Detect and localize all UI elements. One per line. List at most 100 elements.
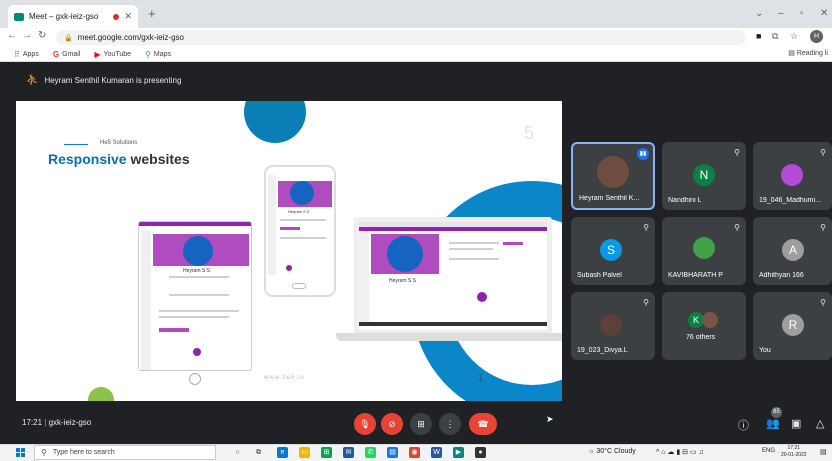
youtube-icon: ▶ [94,50,101,59]
meet-taskbar-icon[interactable]: ▶ [453,447,464,458]
present-button[interactable]: ⊞ [410,413,432,435]
store-icon[interactable]: ⊞ [321,447,332,458]
whatsapp-icon[interactable]: ✆ [365,447,376,458]
taskbar-search-input[interactable]: ⚲ Type here to search [34,445,216,460]
mic-muted-icon: ⚲ [643,223,649,232]
subtitle-rule [64,144,88,145]
presentation-slide: He5 Solutions Responsive websites 5 Heyr… [16,101,562,401]
participant-photo [597,156,629,188]
participant-name: 19_023_Divya.L [577,347,628,354]
mail-icon[interactable]: ✉ [343,447,354,458]
participant-tile[interactable]: ⚲ 19_023_Divya.L [571,292,655,360]
apps-grid-icon: ⠿ [14,50,20,59]
bookmark-apps[interactable]: ⠿ Apps [14,50,39,59]
browser-tab[interactable]: Meet – gxk-ieiz-gso ✕ [8,5,138,28]
mic-off-icon: 🎙 [359,419,371,429]
hang-up-icon: ☎ [477,419,489,429]
participant-tile[interactable]: S ⚲ Subash Palvel [571,217,655,285]
presenter-avatar-icon: ⛹ [26,74,39,86]
meeting-info: 17:21 | gxk-ieiz-gso [22,418,92,427]
weather-widget[interactable]: ☼ 30°C Cloudy [588,448,636,455]
cortana-icon[interactable]: ○ [232,447,243,458]
participant-tile[interactable]: N ⚲ Nandhini L [662,142,746,210]
others-count: 76 others [686,334,716,341]
mic-muted-icon: ⚲ [820,223,826,232]
participant-avatar: S [600,239,622,261]
reading-list[interactable]: ▤ Reading li [788,49,828,57]
activities-icon[interactable]: △ [816,417,824,430]
mic-toggle-button[interactable]: 🎙 [354,413,376,435]
meeting-time: 17:21 [22,418,43,427]
camera-toggle-button[interactable]: ⊘ [381,413,403,435]
leave-call-button[interactable]: ☎ [469,413,497,435]
participant-photo [702,312,718,328]
meeting-code: gxk-ieiz-gso [48,418,92,427]
phone-mockup: Heyram S S [264,165,336,297]
profile-avatar[interactable]: H [810,30,823,43]
chat-icon[interactable]: ▣ [791,417,801,430]
meeting-details-icon[interactable]: ⓘ [738,417,749,433]
speaking-indicator-icon: ▮▮ [637,148,649,160]
decor-green-circle [88,387,114,401]
slide-subtitle: He5 Solutions [100,140,138,146]
close-window-button[interactable]: ✕ [820,8,828,19]
back-icon[interactable]: ← [7,30,17,41]
participant-tile[interactable]: A ⚲ Adhithyan 166 [753,217,832,285]
participant-name: Subash Palvel [577,272,622,279]
system-tray-icons[interactable]: ^ ⌂ ☁ ▮ ⊟ ▭ ♫ [656,448,704,456]
input-language[interactable]: ENG [762,448,775,454]
bookmarks-bar: ⠿ Apps G Gmail ▶ YouTube ⚲ Maps ▤ Reading li [0,48,832,62]
phone-profile-photo [290,181,314,205]
tab-search-icon[interactable]: ⌄ [755,8,763,19]
bookmark-gmail[interactable]: G Gmail [53,50,81,59]
others-tile[interactable]: K 76 others [662,292,746,360]
participant-tile[interactable]: ⚲ 19_046_Madhumi... [753,142,832,210]
reading-list-icon: ▤ [788,50,795,57]
mic-muted-icon: ⚲ [820,298,826,307]
reload-icon[interactable]: ↻ [38,30,46,41]
chrome-icon[interactable]: ◉ [409,447,420,458]
edge-icon[interactable]: e [277,447,288,458]
omnibox[interactable]: 🔒 meet.google.com/gxk-ieiz-gso [56,30,746,45]
system-clock[interactable]: 17:21 20-01-2022 [781,445,807,459]
new-tab-button[interactable]: + [148,7,156,20]
app-icon[interactable]: ● [475,447,486,458]
more-options-button[interactable]: ⋮ [439,413,461,435]
mic-muted-icon: ⚲ [820,148,826,157]
close-tab-icon[interactable]: ✕ [124,11,132,22]
people-icon[interactable]: 👥 [766,417,780,430]
word-icon[interactable]: W [431,447,442,458]
mic-muted-icon: ⚲ [734,223,740,232]
self-avatar: R [782,314,804,336]
pointer-cursor-icon: ➤ [546,414,554,424]
maximize-button[interactable]: ▫ [800,8,804,19]
mic-muted-icon: ⚲ [643,298,649,307]
camera-in-use-icon[interactable]: ■ [756,31,761,41]
participant-name: You [759,347,771,354]
task-view-icon[interactable]: ⧉ [253,447,264,458]
minimize-button[interactable]: – [778,8,784,19]
slide-headline: Responsive websites [48,151,190,167]
bookmark-youtube[interactable]: ▶ YouTube [94,50,131,59]
start-windows-icon[interactable] [16,448,25,457]
docs-icon[interactable]: ▤ [387,447,398,458]
participant-name: KAVIBHARATH P [668,272,723,279]
decor-circle [244,101,306,143]
notifications-icon[interactable]: ▤ [820,448,827,456]
share-icon[interactable]: ⧉ [772,31,778,42]
more-vert-icon: ⋮ [445,419,455,429]
forward-icon[interactable]: → [22,30,32,41]
participant-tile[interactable]: ▮▮ Heyram Senthil K... [571,142,655,210]
bookmark-star-icon[interactable]: ☆ [790,31,798,42]
bookmark-maps[interactable]: ⚲ Maps [145,50,171,59]
maps-pin-icon: ⚲ [145,50,151,59]
participant-tile[interactable]: ⚲ KAVIBHARATH P [662,217,746,285]
mic-muted-icon: ⚲ [734,148,740,157]
laptop-mockup: Heyram S S [354,217,552,335]
profile-photo [183,236,213,266]
file-explorer-icon[interactable]: ▭ [299,447,310,458]
meet-favicon-icon [14,12,24,21]
tablet-mockup: Heyram S S [138,221,252,371]
url-text: meet.google.com/gxk-ieiz-gso [77,33,184,42]
self-tile[interactable]: R ⚲ You [753,292,832,360]
